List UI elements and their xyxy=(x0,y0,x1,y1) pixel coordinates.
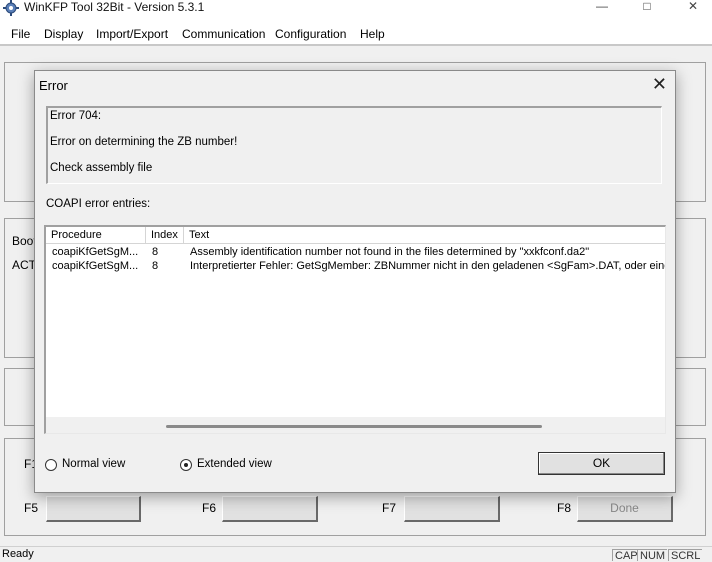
extended-view-label: Extended view xyxy=(197,458,272,470)
radio-selected-dot xyxy=(184,463,188,467)
app-gear-icon xyxy=(3,0,19,16)
done-button[interactable]: Done xyxy=(577,496,673,522)
status-bar: Ready CAP NUM SCRL xyxy=(0,546,712,562)
menu-file[interactable]: File xyxy=(11,27,30,41)
column-text[interactable]: Text xyxy=(184,227,665,244)
column-index[interactable]: Index xyxy=(146,227,184,244)
coapi-error-list[interactable]: Procedure Index Text coapiKfGetSgM... 8 … xyxy=(44,225,666,434)
window-title: WinKFP Tool 32Bit - Version 5.3.1 xyxy=(24,0,205,14)
normal-view-radio-circle[interactable] xyxy=(45,459,57,471)
f6-key-label: F6 xyxy=(202,501,217,515)
error-message-box: Error 704: Error on determining the ZB n… xyxy=(46,106,662,184)
row-procedure: coapiKfGetSgM... xyxy=(52,246,139,258)
table-row[interactable]: coapiKfGetSgM... 8 Interpretierter Fehle… xyxy=(46,259,666,273)
menu-import-export[interactable]: Import/Export xyxy=(96,27,168,41)
menu-configuration[interactable]: Configuration xyxy=(275,27,346,41)
menu-communication[interactable]: Communication xyxy=(182,27,265,41)
boot-label: Boot xyxy=(12,234,37,248)
table-row[interactable]: coapiKfGetSgM... 8 Assembly identificati… xyxy=(46,245,665,259)
status-cap: CAP xyxy=(612,549,640,562)
error-code-text: Error 704: xyxy=(50,110,102,122)
maximize-icon[interactable]: □ xyxy=(636,0,658,14)
f7-button[interactable] xyxy=(404,496,500,522)
dialog-title: Error xyxy=(39,78,68,93)
menu-help[interactable]: Help xyxy=(360,27,385,41)
row-text: Assembly identification number not found… xyxy=(190,246,590,258)
status-text: Ready xyxy=(2,548,34,560)
horizontal-scrollbar[interactable] xyxy=(46,417,665,433)
status-scrl: SCRL xyxy=(668,549,703,562)
minimize-icon[interactable]: — xyxy=(591,0,613,14)
list-header: Procedure Index Text xyxy=(46,227,665,244)
menu-bar: File Display Import/Export Communication… xyxy=(0,22,712,46)
ok-button[interactable]: OK xyxy=(538,452,665,475)
row-procedure: coapiKfGetSgM... xyxy=(52,260,139,272)
row-text: Interpretierter Fehler: GetSgMember: ZBN… xyxy=(190,260,666,272)
normal-view-radio[interactable]: Normal view xyxy=(45,458,155,474)
extended-view-radio-circle[interactable] xyxy=(180,459,192,471)
f6-button[interactable] xyxy=(222,496,318,522)
row-index: 8 xyxy=(152,260,159,272)
status-num: NUM xyxy=(637,549,668,562)
dialog-close-icon[interactable]: ✕ xyxy=(652,74,667,94)
f5-key-label: F5 xyxy=(24,501,39,515)
column-procedure[interactable]: Procedure xyxy=(46,227,146,244)
menu-display[interactable]: Display xyxy=(44,27,83,41)
f5-button[interactable] xyxy=(46,496,141,522)
normal-view-label: Normal view xyxy=(62,458,126,470)
scrollbar-thumb[interactable] xyxy=(166,425,542,428)
dialog-title-bar: Error ✕ xyxy=(35,71,675,99)
row-index: 8 xyxy=(152,246,159,258)
error-description-text: Error on determining the ZB number! xyxy=(50,136,238,148)
close-window-icon[interactable]: ✕ xyxy=(682,0,704,14)
coapi-entries-label: COAPI error entries: xyxy=(46,198,151,210)
error-hint-text: Check assembly file xyxy=(50,162,153,174)
title-bar: WinKFP Tool 32Bit - Version 5.3.1 — □ ✕ xyxy=(0,0,712,22)
extended-view-radio[interactable]: Extended view xyxy=(180,458,300,474)
f8-key-label: F8 xyxy=(557,501,572,515)
f7-key-label: F7 xyxy=(382,501,397,515)
error-dialog: Error ✕ Error 704: Error on determining … xyxy=(34,70,676,493)
